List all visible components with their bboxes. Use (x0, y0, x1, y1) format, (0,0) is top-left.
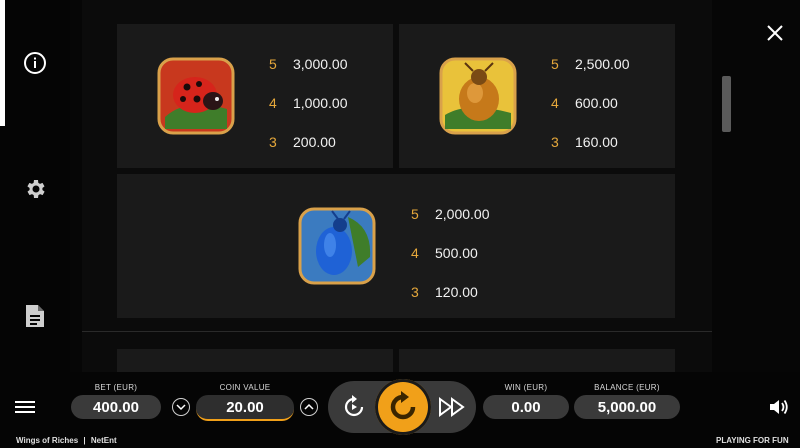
ladybug-icon (157, 57, 235, 135)
menu-button[interactable] (14, 398, 36, 416)
payout-row: 4 1,000.00 (269, 95, 348, 111)
paytable-card: 5 3,000.00 4 1,000.00 3 200.00 (117, 24, 393, 168)
quick-spin-button[interactable] (438, 396, 466, 418)
payout-row: 4 600.00 (551, 95, 618, 111)
payout-value: 160.00 (575, 134, 618, 150)
symbol-count: 5 (551, 56, 559, 72)
paytable-button[interactable] (14, 295, 56, 337)
paytable-panel: 5 3,000.00 4 1,000.00 3 200.00 5 2,500.00 46… (82, 0, 712, 372)
payout-row: 3 200.00 (269, 134, 336, 150)
close-icon (767, 25, 783, 41)
settings-button[interactable] (14, 168, 56, 210)
paytable-card: 5 2,000.00 4 500.00 3 120.00 (117, 174, 675, 318)
game-name: Wings of Riches (16, 436, 79, 445)
payout-value: 2,000.00 (435, 206, 490, 222)
coin-value-field[interactable]: 20.00 (196, 395, 294, 421)
section-divider (82, 331, 712, 332)
symbol-count: 3 (411, 284, 419, 300)
payout-row: 5 2,500.00 (551, 56, 630, 72)
payout-row: 3 160.00 (551, 134, 618, 150)
spin-button[interactable] (375, 379, 431, 435)
symbol-count: 3 (551, 134, 559, 150)
payout-value: 500.00 (435, 245, 478, 261)
payout-value: 120.00 (435, 284, 478, 300)
payout-row: 3 120.00 (411, 284, 478, 300)
info-button[interactable] (14, 42, 56, 84)
chevron-up-icon (304, 403, 314, 410)
symbol-count: 4 (269, 95, 277, 111)
side-menu (0, 0, 70, 372)
payout-value: 200.00 (293, 134, 336, 150)
payout-value: 600.00 (575, 95, 618, 111)
footer-separator: | (83, 436, 86, 445)
win-field: 0.00 (483, 395, 569, 419)
coin-value-increase[interactable] (300, 398, 318, 416)
bet-label: BET (EUR) (94, 383, 138, 392)
payout-row: 5 3,000.00 (269, 56, 348, 72)
chevron-down-icon (176, 404, 186, 411)
spin-icon (390, 391, 416, 420)
provider-name: NetEnt (90, 436, 117, 445)
autoplay-button[interactable] (340, 393, 368, 421)
speaker-icon (770, 399, 788, 415)
coin-value-label: COIN VALUE (219, 383, 271, 392)
symbol-count: 5 (269, 56, 277, 72)
blue-beetle-icon (298, 207, 376, 285)
balance-label: BALANCE (EUR) (594, 383, 660, 392)
symbol-count: 5 (411, 206, 419, 222)
close-button[interactable] (760, 18, 790, 48)
paytable-card: 5 2,500.00 4 600.00 3 160.00 (399, 24, 675, 168)
coin-value-decrease[interactable] (172, 398, 190, 416)
symbol-count: 4 (551, 95, 559, 111)
win-label: WIN (EUR) (504, 383, 548, 392)
payout-row: 4 500.00 (411, 245, 478, 261)
symbol-count: 3 (269, 134, 277, 150)
payout-value: 3,000.00 (293, 56, 348, 72)
play-mode: PLAYING FOR FUN (716, 436, 789, 445)
symbol-count: 4 (411, 245, 419, 261)
paytable-card-partial (117, 349, 393, 372)
payout-row: 5 2,000.00 (411, 206, 490, 222)
bet-field[interactable]: 400.00 (71, 395, 161, 419)
payout-value: 1,000.00 (293, 95, 348, 111)
sound-button[interactable] (768, 397, 790, 417)
golden-beetle-icon (439, 57, 517, 135)
game-info: Wings of Riches | NetEnt (16, 436, 117, 445)
hamburger-icon (15, 401, 35, 413)
scrollbar-thumb[interactable] (722, 76, 731, 132)
document-icon (26, 305, 44, 327)
fast-forward-icon (439, 397, 465, 417)
gear-icon (27, 180, 45, 198)
balance-field: 5,000.00 (574, 395, 680, 419)
paytable-card-partial (399, 349, 675, 372)
active-indicator (0, 0, 5, 126)
info-icon (24, 52, 46, 74)
payout-value: 2,500.00 (575, 56, 630, 72)
autoplay-icon (344, 395, 364, 417)
